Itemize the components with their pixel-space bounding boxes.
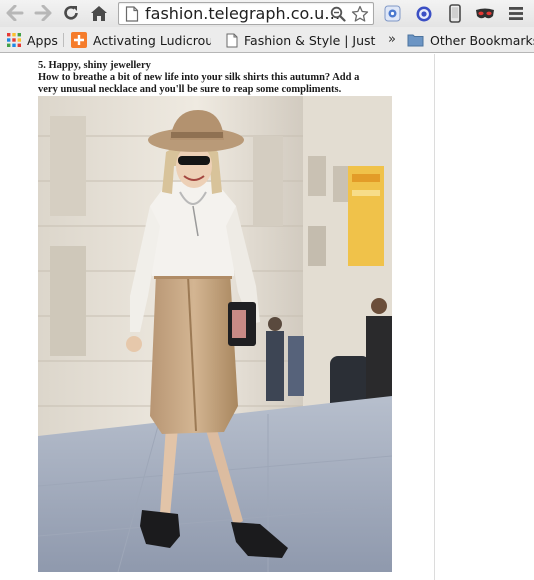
bookmark-label: Activating Ludicrous bbox=[93, 32, 211, 48]
document-icon bbox=[226, 33, 238, 48]
phone-icon[interactable] bbox=[444, 3, 466, 24]
home-icon[interactable] bbox=[89, 3, 109, 23]
article-block: 5. Happy, shiny jewellery How to breathe… bbox=[38, 60, 390, 96]
apps-bookmark[interactable]: Apps bbox=[7, 30, 58, 50]
bookmarks-overflow-button[interactable]: » bbox=[388, 30, 396, 50]
article-heading: 5. Happy, shiny jewellery bbox=[38, 60, 151, 71]
arrow-left-icon[interactable] bbox=[5, 3, 25, 23]
other-bookmarks-folder[interactable]: Other Bookmarks bbox=[407, 30, 534, 50]
star-icon[interactable] bbox=[351, 5, 369, 28]
document-icon bbox=[125, 6, 139, 27]
hamburger-menu-icon[interactable] bbox=[505, 3, 527, 24]
address-bar[interactable]: fashion.telegraph.co.uk... bbox=[118, 2, 374, 25]
url-text: fashion.telegraph.co.uk... bbox=[145, 4, 341, 23]
folder-icon bbox=[407, 33, 424, 47]
article-caption-line: very unusual necklace and you'll be sure… bbox=[38, 84, 342, 95]
apps-label: Apps bbox=[27, 32, 58, 48]
reload-icon[interactable] bbox=[61, 3, 81, 23]
street-style-photo bbox=[38, 96, 392, 572]
mask-extension-icon[interactable] bbox=[474, 3, 496, 24]
bookmark-item[interactable]: Fashion & Style | Just bbox=[226, 30, 376, 50]
browser-toolbar: fashion.telegraph.co.uk... bbox=[0, 0, 534, 27]
page-content: 5. Happy, shiny jewellery How to breathe… bbox=[0, 54, 534, 580]
orange-bookmark-icon bbox=[71, 32, 87, 48]
apps-grid-icon bbox=[7, 33, 21, 47]
bookmark-item[interactable]: Activating Ludicrous bbox=[71, 30, 211, 50]
zoom-icon[interactable] bbox=[330, 6, 346, 27]
bookmarks-bar: Apps Activating Ludicrous Fashion & Styl… bbox=[0, 27, 534, 53]
bookmark-label: Fashion & Style | Just bbox=[244, 32, 376, 48]
column-divider bbox=[434, 54, 435, 580]
bookmark-separator bbox=[63, 33, 64, 47]
translate-extension-icon[interactable] bbox=[381, 3, 403, 24]
article-caption-line: How to breathe a bit of new life into yo… bbox=[38, 72, 360, 83]
arrow-right-icon[interactable] bbox=[33, 3, 53, 23]
other-bookmarks-label: Other Bookmarks bbox=[430, 32, 534, 48]
target-extension-icon[interactable] bbox=[413, 3, 435, 24]
